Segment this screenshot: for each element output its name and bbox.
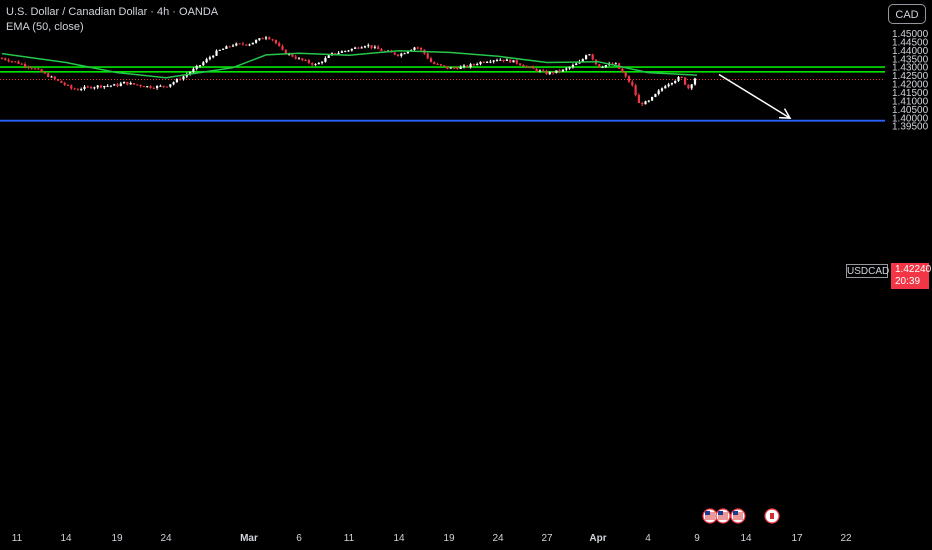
chart-canvas[interactable]: 1.450001.445001.440001.435001.430001.425… — [0, 0, 932, 550]
time-tick-label: Mar — [240, 533, 258, 544]
time-tick-label: 24 — [160, 533, 172, 544]
time-tick-label: 24 — [492, 533, 504, 544]
candle — [684, 77, 687, 86]
time-tick-label: 9 — [694, 533, 700, 544]
candle — [651, 96, 654, 101]
candle — [509, 59, 512, 63]
candle — [512, 60, 515, 63]
time-tick-label: 22 — [840, 533, 852, 544]
bar-countdown: 20:39 — [895, 276, 921, 287]
time-tick-label: 27 — [541, 533, 553, 544]
indicator-legend[interactable]: EMA (50, close) — [6, 21, 84, 33]
time-tick-label: 14 — [60, 533, 72, 544]
candle — [14, 61, 17, 63]
chart-background — [0, 0, 932, 550]
time-tick-label: 14 — [393, 533, 405, 544]
economic-events[interactable] — [702, 508, 780, 524]
symbol-title[interactable]: U.S. Dollar / Canadian Dollar · 4h · OAN… — [6, 6, 218, 18]
price-axis[interactable]: 1.450001.445001.440001.435001.430001.425… — [892, 29, 929, 133]
time-tick-label: 14 — [740, 533, 752, 544]
candle — [634, 83, 637, 97]
symbol-price-badge: USDCAD — [846, 264, 890, 278]
us-flag-icon[interactable] — [730, 508, 746, 524]
ca-flag-icon[interactable] — [764, 508, 780, 524]
candle — [60, 80, 63, 84]
candle — [598, 63, 601, 68]
price-tick-label: 1.39500 — [892, 122, 929, 133]
us-flag-icon[interactable] — [702, 508, 718, 524]
time-tick-label: Apr — [589, 533, 606, 544]
candle — [591, 53, 594, 61]
candle — [136, 84, 139, 86]
candle — [654, 93, 657, 98]
time-tick-label: 11 — [12, 533, 23, 544]
time-tick-label: 6 — [296, 533, 302, 544]
candle — [251, 42, 254, 45]
time-tick-label: 17 — [791, 533, 803, 544]
last-price-badge: 1.42240 20:39 — [891, 263, 932, 289]
candle — [165, 86, 169, 88]
time-tick-label: 4 — [645, 533, 651, 544]
time-tick-label: 19 — [111, 533, 123, 544]
time-tick-label: 11 — [344, 533, 355, 544]
candle — [644, 100, 647, 105]
candle — [585, 54, 588, 60]
last-price-value: 1.42240 — [895, 264, 932, 275]
us-flag-icon[interactable] — [715, 508, 731, 524]
time-tick-label: 19 — [443, 533, 455, 544]
currency-badge[interactable]: CAD — [888, 4, 926, 24]
